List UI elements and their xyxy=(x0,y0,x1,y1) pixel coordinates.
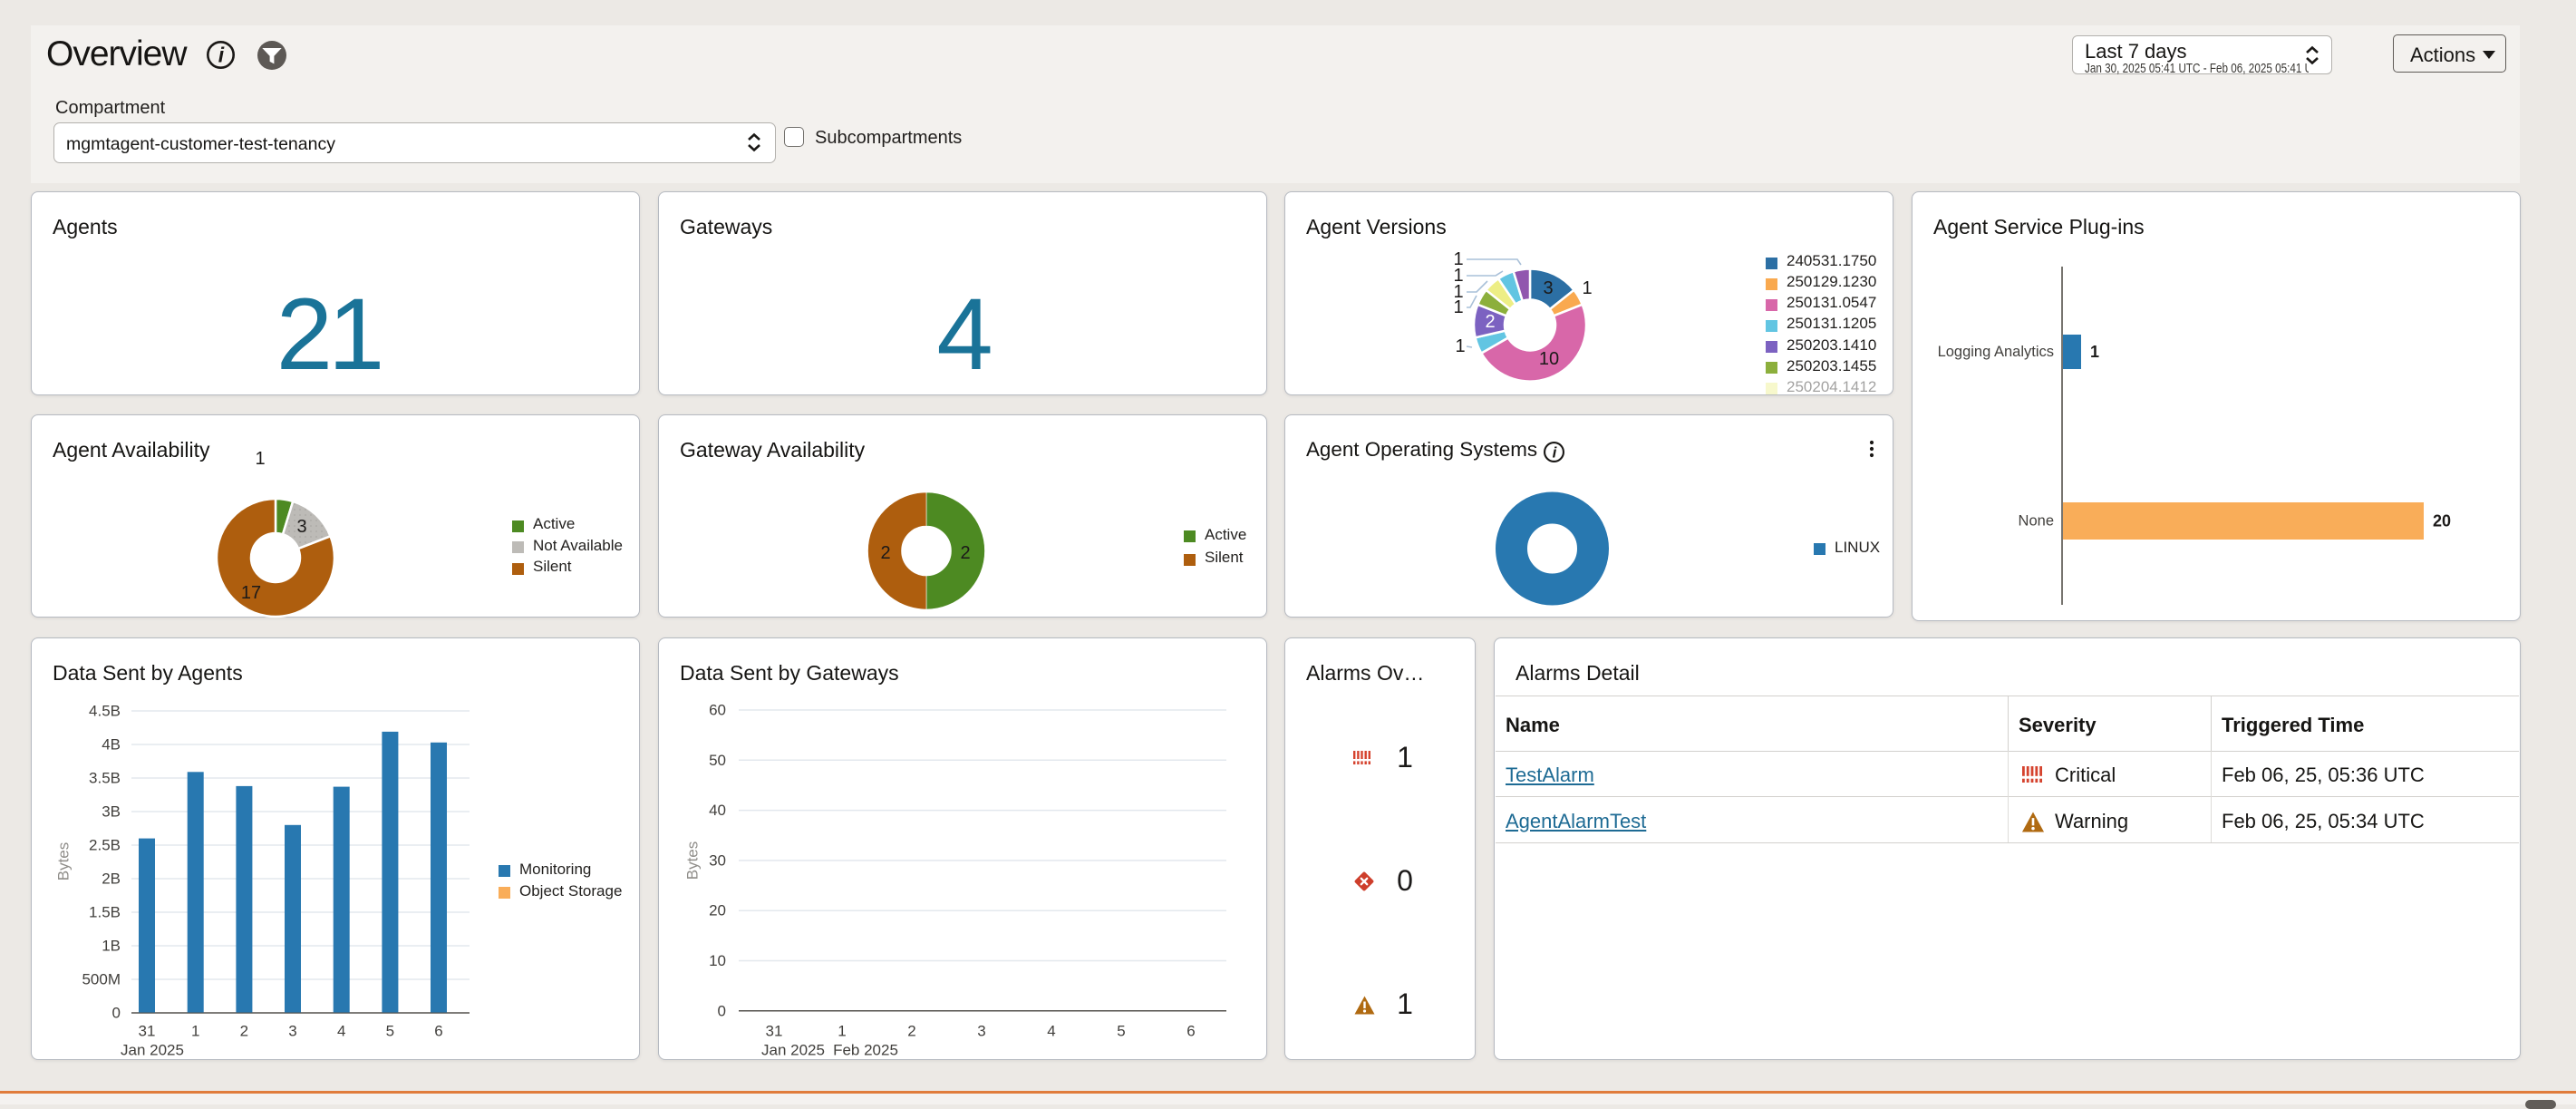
svg-text:Jan 2025: Jan 2025 xyxy=(121,1042,184,1059)
svg-text:None: None xyxy=(2019,513,2054,530)
svg-text:Bytes: Bytes xyxy=(55,842,73,881)
svg-text:3.5B: 3.5B xyxy=(89,770,121,787)
svg-text:1: 1 xyxy=(2090,343,2099,361)
svg-text:3B: 3B xyxy=(102,803,121,821)
svg-text:20: 20 xyxy=(709,902,726,919)
svg-text:30: 30 xyxy=(709,851,726,869)
svg-text:2: 2 xyxy=(907,1023,915,1040)
svg-text:2: 2 xyxy=(960,543,970,563)
svg-text:Feb 2025: Feb 2025 xyxy=(833,1042,898,1059)
svg-text:50: 50 xyxy=(709,752,726,769)
svg-text:4: 4 xyxy=(337,1023,345,1040)
svg-text:3: 3 xyxy=(977,1023,985,1040)
svg-text:0: 0 xyxy=(112,1005,121,1022)
svg-text:1: 1 xyxy=(1453,297,1463,317)
svg-text:2: 2 xyxy=(240,1023,248,1040)
svg-text:2.5B: 2.5B xyxy=(89,837,121,854)
svg-text:10: 10 xyxy=(1539,349,1559,369)
svg-text:0: 0 xyxy=(718,1002,726,1019)
svg-text:2: 2 xyxy=(1485,312,1495,332)
svg-text:Jan 2025: Jan 2025 xyxy=(761,1042,825,1059)
svg-text:2: 2 xyxy=(880,543,890,563)
svg-text:1: 1 xyxy=(1455,336,1465,356)
svg-text:5: 5 xyxy=(1117,1023,1125,1040)
svg-text:4: 4 xyxy=(1047,1023,1055,1040)
svg-text:Logging Analytics: Logging Analytics xyxy=(1938,344,2054,360)
svg-text:6: 6 xyxy=(1186,1023,1195,1040)
svg-text:4.5B: 4.5B xyxy=(89,703,121,720)
svg-text:4B: 4B xyxy=(102,736,121,754)
svg-text:31: 31 xyxy=(766,1023,783,1040)
svg-text:1B: 1B xyxy=(102,938,121,955)
svg-text:20: 20 xyxy=(2433,512,2451,530)
svg-text:3: 3 xyxy=(1543,278,1553,298)
svg-text:60: 60 xyxy=(709,702,726,719)
svg-text:1: 1 xyxy=(191,1023,199,1040)
svg-text:3: 3 xyxy=(296,517,306,537)
svg-text:40: 40 xyxy=(709,802,726,819)
svg-text:17: 17 xyxy=(241,583,261,603)
svg-text:31: 31 xyxy=(139,1023,156,1040)
svg-text:Bytes: Bytes xyxy=(684,841,702,880)
svg-text:1: 1 xyxy=(838,1023,846,1040)
svg-text:2B: 2B xyxy=(102,871,121,888)
svg-text:10: 10 xyxy=(709,952,726,969)
svg-text:500M: 500M xyxy=(82,971,121,988)
svg-text:1: 1 xyxy=(1582,278,1592,298)
svg-text:1: 1 xyxy=(255,449,265,469)
svg-text:3: 3 xyxy=(288,1023,296,1040)
svg-text:i: i xyxy=(218,44,224,67)
svg-text:6: 6 xyxy=(434,1023,442,1040)
svg-text:5: 5 xyxy=(386,1023,394,1040)
svg-text:1.5B: 1.5B xyxy=(89,904,121,921)
